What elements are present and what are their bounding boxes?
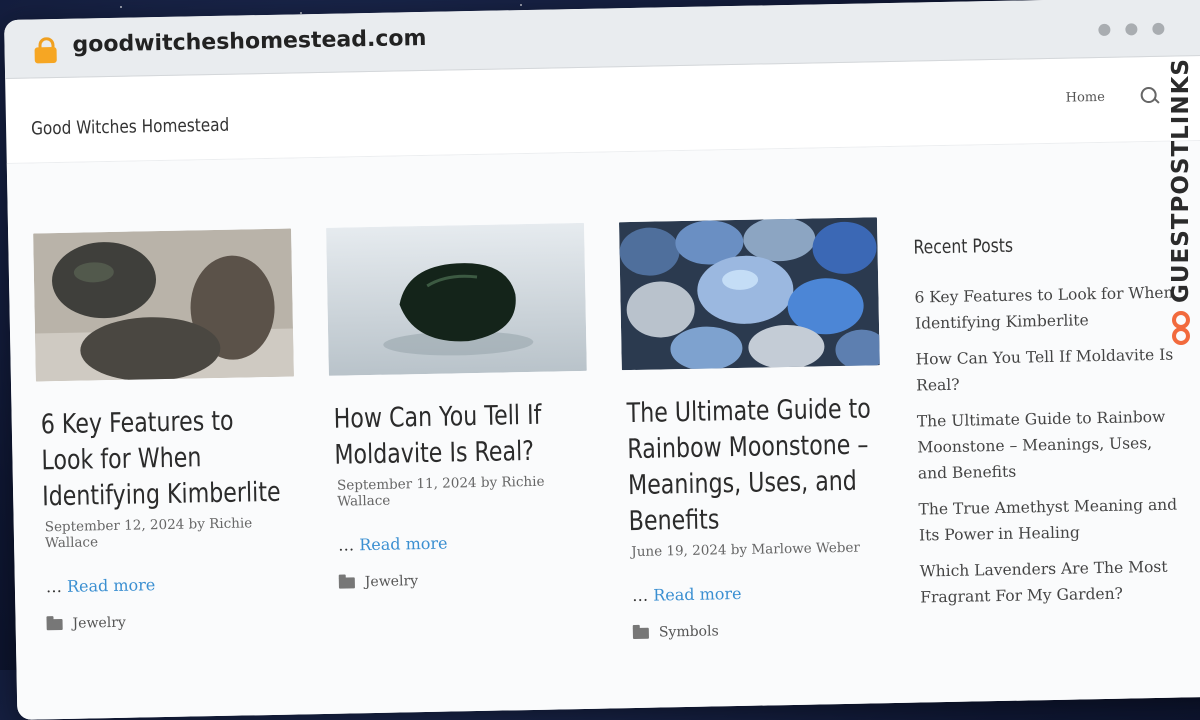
star xyxy=(120,6,122,8)
post-date[interactable]: June 19, 2024 xyxy=(631,542,726,560)
guestpostlinks-watermark: GUESTPOSTLINKS xyxy=(1165,58,1197,358)
recent-posts-heading: Recent Posts xyxy=(913,234,1014,259)
post-meta-by: by xyxy=(480,474,498,491)
recent-post-link[interactable]: Which Lavenders Are The Most Fragrant Fo… xyxy=(920,554,1181,611)
excerpt-ellipsis: … xyxy=(337,535,355,555)
folder-icon xyxy=(632,627,649,639)
recent-post-link[interactable]: The Ultimate Guide to Rainbow Moonstone … xyxy=(917,404,1178,487)
post-category: Jewelry xyxy=(46,611,298,632)
post-thumbnail-moldavite[interactable] xyxy=(326,222,587,376)
excerpt-ellipsis: … xyxy=(631,585,649,606)
post-title[interactable]: How Can You Tell If Moldavite Is Real? xyxy=(333,397,580,474)
url-text[interactable]: goodwitcheshomestead.com xyxy=(72,26,426,58)
post-meta: September 12, 2024 by Richie Wallace xyxy=(45,514,298,551)
brand-text: GUESTPOSTLINKS xyxy=(1168,58,1194,304)
post-date[interactable]: September 11, 2024 xyxy=(337,475,477,494)
read-more-link[interactable]: Read more xyxy=(67,575,156,596)
post-excerpt: … Read more xyxy=(338,531,590,555)
read-more-link[interactable]: Read more xyxy=(653,584,742,605)
post-meta-by: by xyxy=(730,541,748,559)
main-content: 6 Key Features to Look for When Identify… xyxy=(6,140,1200,720)
post-category: Symbols xyxy=(632,620,885,641)
browser-window: goodwitcheshomestead.com Good Witches Ho… xyxy=(4,0,1200,720)
post-excerpt: … Read more xyxy=(632,581,884,605)
post-meta: September 11, 2024 by Richie Wallace xyxy=(337,473,590,510)
category-link[interactable]: Jewelry xyxy=(72,615,126,632)
read-more-link[interactable]: Read more xyxy=(359,534,448,555)
chain-link-icon xyxy=(1170,311,1192,351)
post-meta-by: by xyxy=(188,516,206,533)
post-card: 6 Key Features to Look for When Identify… xyxy=(33,228,299,633)
category-link[interactable]: Jewelry xyxy=(365,573,419,590)
post-card: The Ultimate Guide to Rainbow Moonstone … xyxy=(618,217,888,641)
window-dot-icon[interactable] xyxy=(1152,22,1165,35)
excerpt-ellipsis: … xyxy=(45,576,63,597)
folder-icon xyxy=(338,576,355,589)
search-icon[interactable] xyxy=(1140,86,1157,104)
recent-post-link[interactable]: How Can You Tell If Moldavite Is Real? xyxy=(915,342,1176,399)
post-meta: June 19, 2024 by Marlowe Weber xyxy=(631,539,883,560)
folder-icon xyxy=(46,618,63,630)
site-title[interactable]: Good Witches Homestead xyxy=(31,115,230,140)
post-date[interactable]: September 12, 2024 xyxy=(45,517,185,536)
post-card: How Can You Tell If Moldavite Is Real? S… xyxy=(326,222,591,591)
window-dot-icon[interactable] xyxy=(1098,23,1111,36)
recent-post-link[interactable]: 6 Key Features to Look for When Identify… xyxy=(914,280,1175,337)
star xyxy=(520,4,522,6)
window-controls xyxy=(1088,20,1165,40)
post-thumbnail-moonstone[interactable] xyxy=(618,217,888,371)
post-title[interactable]: The Ultimate Guide to Rainbow Moonstone … xyxy=(626,391,875,540)
post-category: Jewelry xyxy=(338,570,591,591)
post-title[interactable]: 6 Key Features to Look for When Identify… xyxy=(40,403,288,516)
nav-home-link[interactable]: Home xyxy=(1066,90,1105,106)
category-link[interactable]: Symbols xyxy=(659,623,719,640)
post-author[interactable]: Marlowe Weber xyxy=(751,540,860,558)
recent-posts-widget: Recent Posts 6 Key Features to Look for … xyxy=(913,232,1180,621)
lock-icon xyxy=(34,37,57,64)
post-thumbnail-kimberlite[interactable] xyxy=(33,228,294,382)
post-excerpt: … Read more xyxy=(46,572,298,596)
window-dot-icon[interactable] xyxy=(1125,23,1138,36)
recent-post-link[interactable]: The True Amethyst Meaning and Its Power … xyxy=(918,492,1179,549)
